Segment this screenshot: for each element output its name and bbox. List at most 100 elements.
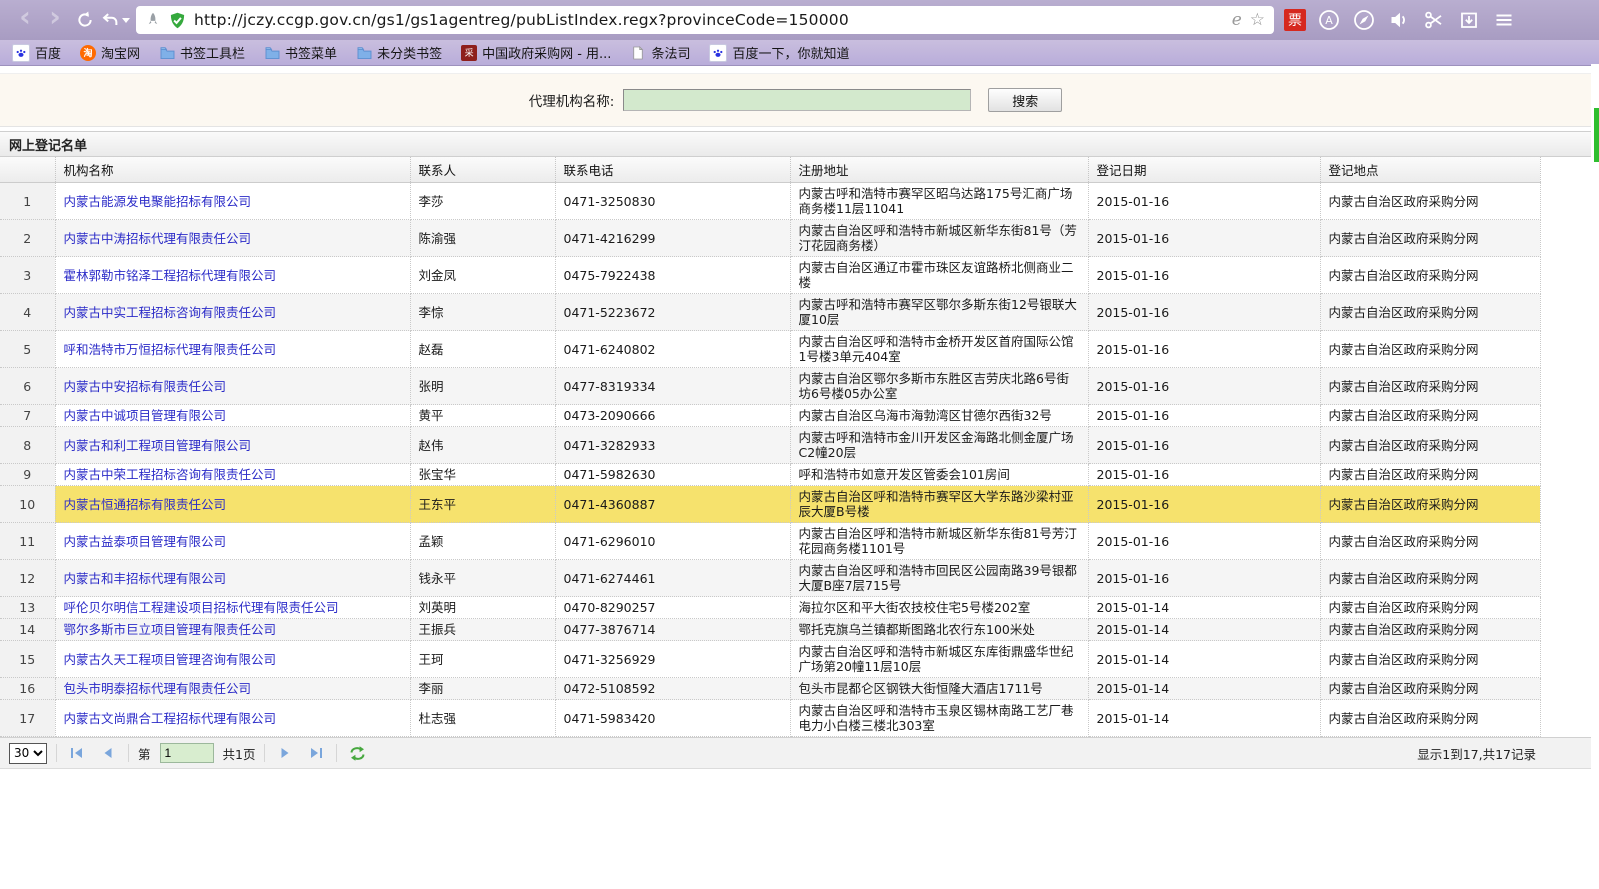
bookmark-item-baidu-search[interactable]: 百度一下，你就知道 (709, 43, 849, 62)
reg-place-cell: 内蒙古自治区政府采购分网 (1320, 464, 1540, 486)
org-name-link[interactable]: 内蒙古中荣工程招标咨询有限责任公司 (64, 467, 277, 482)
row-number-cell: 1 (0, 183, 55, 220)
url-text[interactable]: http://jczy.ccgp.gov.cn/gs1/gs1agentreg/… (194, 11, 1224, 29)
org-name-link[interactable]: 内蒙古中安招标有限责任公司 (64, 379, 227, 394)
org-name-link[interactable]: 鄂尔多斯市巨立项目管理有限责任公司 (64, 622, 277, 637)
rocket-icon (145, 12, 161, 28)
org-name-link[interactable]: 呼和浩特市万恒招标代理有限责任公司 (64, 342, 277, 357)
browser-toolbar: ‹ › http://jczy.ccgp.gov.cn/gs1/gs1agent… (0, 0, 1599, 40)
org-name-cell: 内蒙古中诚项目管理有限公司 (55, 405, 410, 427)
url-bar[interactable]: http://jczy.ccgp.gov.cn/gs1/gs1agentreg/… (136, 6, 1274, 34)
org-name-cell: 呼和浩特市万恒招标代理有限责任公司 (55, 331, 410, 368)
speaker-icon[interactable] (1387, 8, 1411, 32)
separator (264, 744, 265, 762)
table-row: 9内蒙古中荣工程招标咨询有限责任公司张宝华0471-5982630呼和浩特市如意… (0, 464, 1540, 486)
reg-date-cell: 2015-01-16 (1088, 523, 1320, 560)
header-rownum (0, 157, 55, 183)
org-name-link[interactable]: 呼伦贝尔明信工程建设项目招标代理有限责任公司 (64, 600, 339, 615)
phone-cell: 0472-5108592 (555, 678, 790, 700)
page-scrollbar[interactable] (1591, 64, 1599, 837)
ticket-extension-icon[interactable]: 票 (1284, 9, 1306, 31)
reg-date-cell: 2015-01-14 (1088, 597, 1320, 619)
registration-table-body: 1 内蒙古能源发电聚能招标有限公司 李莎0471-3250830内蒙古呼和浩特市赛罕… (0, 183, 1540, 737)
contact-cell: 张宝华 (410, 464, 555, 486)
page-size-select[interactable]: 30 (9, 743, 47, 764)
reload-button[interactable] (70, 5, 100, 35)
next-page-button[interactable] (274, 743, 296, 763)
circle-a-extension-icon[interactable]: A (1317, 8, 1341, 32)
org-name-cell: 内蒙古益泰项目管理有限公司 (55, 523, 410, 560)
back-button[interactable]: ‹ (10, 5, 40, 35)
contact-cell: 王振兵 (410, 619, 555, 641)
org-name-link[interactable]: 内蒙古中实工程招标咨询有限责任公司 (64, 305, 277, 320)
org-name-link[interactable]: 内蒙古中涛招标代理有限责任公司 (64, 231, 252, 246)
ie-icon[interactable]: e (1232, 10, 1242, 30)
refresh-button[interactable] (346, 743, 368, 763)
last-page-button[interactable] (305, 743, 327, 763)
header-reg-place: 登记地点 (1320, 157, 1540, 183)
bookmark-item-tiaofasi[interactable]: 条法司 (630, 43, 690, 62)
phone-cell: 0471-3250830 (555, 183, 790, 220)
reg-place-cell: 内蒙古自治区政府采购分网 (1320, 523, 1540, 560)
page-number-input[interactable] (160, 743, 214, 763)
table-row: 2内蒙古中涛招标代理有限责任公司陈渝强0471-4216299内蒙古自治区呼和浩… (0, 220, 1540, 257)
menu-icon[interactable] (1492, 8, 1516, 32)
address-cell: 内蒙古自治区乌海市海勃湾区甘德尔西街32号 (790, 405, 1088, 427)
reg-place-cell: 内蒙古自治区政府采购分网 (1320, 486, 1540, 523)
next-page-icon (278, 747, 292, 759)
bookmark-item-baidu[interactable]: 百度 (12, 43, 61, 62)
org-name-cell: 呼伦贝尔明信工程建设项目招标代理有限责任公司 (55, 597, 410, 619)
org-name-cell: 霍林郭勒市铭泽工程招标代理有限公司 (55, 257, 410, 294)
download-icon[interactable] (1457, 8, 1481, 32)
org-name-link[interactable]: 包头市明泰招标代理有限责任公司 (64, 681, 252, 696)
org-name-cell: 内蒙古恒通招标有限责任公司 (55, 486, 410, 523)
page-icon (630, 45, 646, 61)
bookmark-item-toolbar-folder[interactable]: 书签工具栏 (159, 43, 245, 62)
row-number-cell: 7 (0, 405, 55, 427)
org-name-link[interactable]: 内蒙古文尚鼎合工程招标代理有限公司 (64, 711, 277, 726)
bookmark-item-unsorted-folder[interactable]: 未分类书签 (356, 43, 442, 62)
org-name-link[interactable]: 内蒙古中诚项目管理有限公司 (64, 408, 227, 423)
scrollbar-thumb[interactable] (1594, 108, 1599, 162)
table-row: 1 内蒙古能源发电聚能招标有限公司 李莎0471-3250830内蒙古呼和浩特市赛罕… (0, 183, 1540, 220)
address-cell: 内蒙古呼和浩特市赛罕区昭乌达路175号汇商广场商务楼11层11041 (790, 183, 1088, 220)
agency-name-input[interactable] (623, 89, 971, 111)
contact-cell: 李丽 (410, 678, 555, 700)
org-name-link[interactable]: 内蒙古和丰招标代理有限公司 (64, 571, 227, 586)
row-number-cell: 14 (0, 619, 55, 641)
reg-place-cell: 内蒙古自治区政府采购分网 (1320, 678, 1540, 700)
bookmark-item-ccgp[interactable]: 采 中国政府采购网 - 用... (461, 43, 611, 62)
bookmark-star-icon[interactable]: ☆ (1250, 10, 1265, 30)
org-name-cell: 内蒙古久天工程项目管理咨询有限公司 (55, 641, 410, 678)
chevron-down-icon (122, 18, 130, 23)
org-name-link[interactable]: 内蒙古恒通招标有限责任公司 (64, 497, 227, 512)
forward-button[interactable]: › (40, 5, 70, 35)
first-page-button[interactable] (66, 743, 88, 763)
org-name-link[interactable]: 霍林郭勒市铭泽工程招标代理有限公司 (64, 268, 277, 283)
undo-arrow-icon (100, 10, 120, 30)
bookmark-item-menu-folder[interactable]: 书签菜单 (264, 43, 337, 62)
org-name-link[interactable]: 内蒙古久天工程项目管理咨询有限公司 (64, 652, 277, 667)
phone-cell: 0471-6240802 (555, 331, 790, 368)
scissors-icon[interactable] (1422, 8, 1446, 32)
org-name-link[interactable]: 内蒙古能源发电聚能招标有限公司 (64, 194, 252, 209)
gov-site-icon: 采 (461, 45, 477, 61)
org-name-link[interactable]: 内蒙古和利工程项目管理有限公司 (64, 438, 252, 453)
section-title: 网上登记名单 (0, 131, 1591, 157)
reg-place-cell: 内蒙古自治区政府采购分网 (1320, 294, 1540, 331)
org-name-link[interactable]: 内蒙古益泰项目管理有限公司 (64, 534, 227, 549)
undo-nav-button[interactable] (100, 5, 130, 35)
separator (56, 744, 57, 762)
reg-place-cell: 内蒙古自治区政府采购分网 (1320, 220, 1540, 257)
address-cell: 鄂托克旗乌兰镇都斯图路北农行东100米处 (790, 619, 1088, 641)
prev-page-button[interactable] (97, 743, 119, 763)
contact-cell: 李莎 (410, 183, 555, 220)
org-name-cell: 内蒙古中实工程招标咨询有限责任公司 (55, 294, 410, 331)
table-row: 15内蒙古久天工程项目管理咨询有限公司王珂0471-3256929内蒙古自治区呼… (0, 641, 1540, 678)
contact-cell: 张明 (410, 368, 555, 405)
reg-place-cell: 内蒙古自治区政府采购分网 (1320, 597, 1540, 619)
compass-icon[interactable] (1352, 8, 1376, 32)
reg-place-cell: 内蒙古自治区政府采购分网 (1320, 560, 1540, 597)
search-button[interactable]: 搜索 (988, 88, 1062, 112)
bookmark-item-taobao[interactable]: 淘 淘宝网 (80, 43, 140, 62)
